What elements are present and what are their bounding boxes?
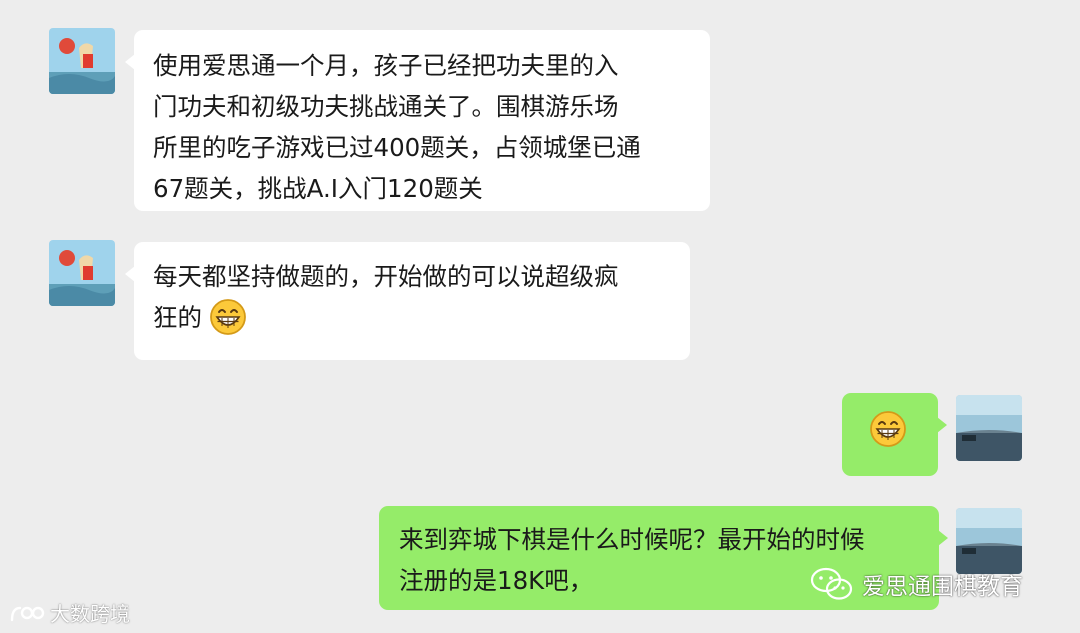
message-1-line-4: 67题关，挑战A.I入门120题关 <box>153 174 483 203</box>
message-2-line-1: 每天都坚持做题的，开始做的可以说超级疯 <box>153 262 619 291</box>
message-4-line-1: 来到弈城下棋是什么时候呢？最开始的时候 <box>399 525 865 554</box>
watermark-logo-icon <box>10 606 45 621</box>
watermark-right-text: 爱思通围棋教育 <box>862 574 1023 600</box>
watermark-right: 爱思通围棋教育 <box>810 566 1023 602</box>
message-1-line-3: 所里的吃子游戏已过400题关，占领城堡已通 <box>153 133 641 162</box>
watermark-left-text: 大数跨境 <box>50 602 130 626</box>
message-1-line-1: 使用爱思通一个月，孩子已经把功夫里的入 <box>153 51 619 80</box>
avatar-contact[interactable] <box>49 240 115 306</box>
wechat-logo-icon <box>810 567 853 600</box>
message-bubble-1: 使用爱思通一个月，孩子已经把功夫里的入 门功夫和初级功夫挑战通关了。围棋游乐场 … <box>125 30 710 211</box>
avatar-contact[interactable] <box>49 28 115 94</box>
avatar-self[interactable] <box>956 508 1022 574</box>
message-bubble-3 <box>842 393 947 476</box>
message-2-line-2: 狂的 <box>153 297 690 338</box>
grinning-emoji-icon <box>210 299 246 335</box>
message-1-line-2: 门功夫和初级功夫挑战通关了。围棋游乐场 <box>153 92 619 121</box>
grinning-emoji-icon <box>870 411 906 447</box>
message-bubble-2: 每天都坚持做题的，开始做的可以说超级疯 狂的 <box>125 242 690 360</box>
watermark-left: 大数跨境 <box>8 598 130 627</box>
avatar-self[interactable] <box>956 395 1022 461</box>
